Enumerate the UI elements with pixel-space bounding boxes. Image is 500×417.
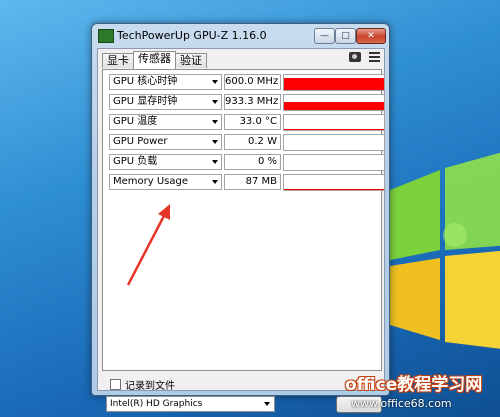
gpu-select-dropdown[interactable]: Intel(R) HD Graphics bbox=[106, 396, 275, 412]
graph-fill bbox=[284, 78, 384, 90]
sensor-dropdown[interactable]: GPU 负载 bbox=[109, 154, 222, 170]
sensor-row: GPU 显存时钟 933.3 MHz bbox=[109, 94, 385, 111]
window-client: 显卡 传感器 验证 GPU 核心时钟 600.0 MHz GPU 显存时钟 93… bbox=[97, 48, 385, 413]
sensor-value: 0.2 W bbox=[224, 134, 281, 150]
sensor-dropdown[interactable]: GPU Power bbox=[109, 134, 222, 150]
sensor-graph bbox=[283, 94, 385, 111]
graph-fill bbox=[284, 188, 384, 190]
tab-graphics-card[interactable]: 显卡 bbox=[102, 53, 134, 68]
desktop-sparkle-icon bbox=[443, 223, 467, 247]
sensor-label: GPU Power bbox=[113, 136, 168, 147]
sensor-row: Memory Usage 87 MB bbox=[109, 174, 385, 191]
log-to-file-label: 记录到文件 bbox=[125, 381, 175, 392]
windows-logo-icon bbox=[390, 152, 500, 349]
gpuz-window: TechPowerUp GPU-Z 1.16.0 — □ ✕ 显卡 传感器 验证… bbox=[91, 23, 390, 413]
title-bar[interactable]: TechPowerUp GPU-Z 1.16.0 — □ ✕ bbox=[92, 24, 389, 48]
log-to-file-checkbox[interactable] bbox=[110, 379, 121, 390]
chevron-down-icon bbox=[264, 402, 270, 406]
chevron-down-icon bbox=[212, 80, 218, 84]
site-watermark: office教程学习网 www.office68.com bbox=[345, 370, 500, 410]
toolbar bbox=[349, 52, 380, 62]
chevron-down-icon bbox=[212, 140, 218, 144]
chevron-down-icon bbox=[212, 100, 218, 104]
watermark-title: office教程学习网 bbox=[345, 375, 483, 395]
sensor-graph bbox=[283, 174, 385, 191]
sensor-graph bbox=[283, 74, 385, 91]
sensor-label: GPU 温度 bbox=[113, 116, 158, 127]
sensor-value: 33.0 °C bbox=[224, 114, 281, 130]
sensor-dropdown[interactable]: GPU 核心时钟 bbox=[109, 74, 222, 90]
sensor-graph bbox=[283, 114, 385, 131]
sensor-value: 0 % bbox=[224, 154, 281, 170]
log-to-file-option[interactable]: 记录到文件 bbox=[110, 377, 175, 392]
maximize-button[interactable]: □ bbox=[335, 28, 356, 44]
window-title: TechPowerUp GPU-Z 1.16.0 bbox=[117, 29, 267, 42]
watermark-url: www.office68.com bbox=[351, 397, 452, 410]
sensor-dropdown[interactable]: GPU 温度 bbox=[109, 114, 222, 130]
sensor-row: GPU 温度 33.0 °C bbox=[109, 114, 385, 131]
sensor-value: 87 MB bbox=[224, 174, 281, 190]
sensor-dropdown[interactable]: Memory Usage bbox=[109, 174, 222, 190]
camera-icon[interactable] bbox=[349, 52, 361, 62]
close-window-button[interactable]: ✕ bbox=[356, 28, 386, 44]
chevron-down-icon bbox=[212, 160, 218, 164]
gpuz-app-icon bbox=[98, 29, 114, 43]
tab-bar: 显卡 传感器 验证 bbox=[102, 51, 207, 69]
sensor-value: 933.3 MHz bbox=[224, 94, 281, 110]
sensor-label: Memory Usage bbox=[113, 176, 189, 187]
sensor-graph bbox=[283, 134, 385, 151]
menu-icon[interactable] bbox=[369, 52, 380, 62]
gpu-select-value: Intel(R) HD Graphics bbox=[110, 399, 203, 409]
sensor-label: GPU 显存时钟 bbox=[113, 96, 178, 107]
minimize-button[interactable]: — bbox=[314, 28, 335, 44]
sensor-value: 600.0 MHz bbox=[224, 74, 281, 90]
chevron-down-icon bbox=[212, 180, 218, 184]
sensor-row: GPU 负载 0 % bbox=[109, 154, 385, 171]
sensor-dropdown[interactable]: GPU 显存时钟 bbox=[109, 94, 222, 110]
chevron-down-icon bbox=[212, 120, 218, 124]
sensor-label: GPU 负载 bbox=[113, 156, 158, 167]
graph-fill bbox=[284, 101, 384, 110]
tab-sensors[interactable]: 传感器 bbox=[133, 51, 176, 69]
sensor-label: GPU 核心时钟 bbox=[113, 76, 178, 87]
sensor-row: GPU Power 0.2 W bbox=[109, 134, 385, 151]
tab-validation[interactable]: 验证 bbox=[175, 53, 207, 68]
sensors-panel: GPU 核心时钟 600.0 MHz GPU 显存时钟 933.3 MHz GP… bbox=[102, 69, 385, 371]
sensor-row: GPU 核心时钟 600.0 MHz bbox=[109, 74, 385, 91]
sensor-graph bbox=[283, 154, 385, 171]
graph-fill bbox=[284, 128, 384, 130]
